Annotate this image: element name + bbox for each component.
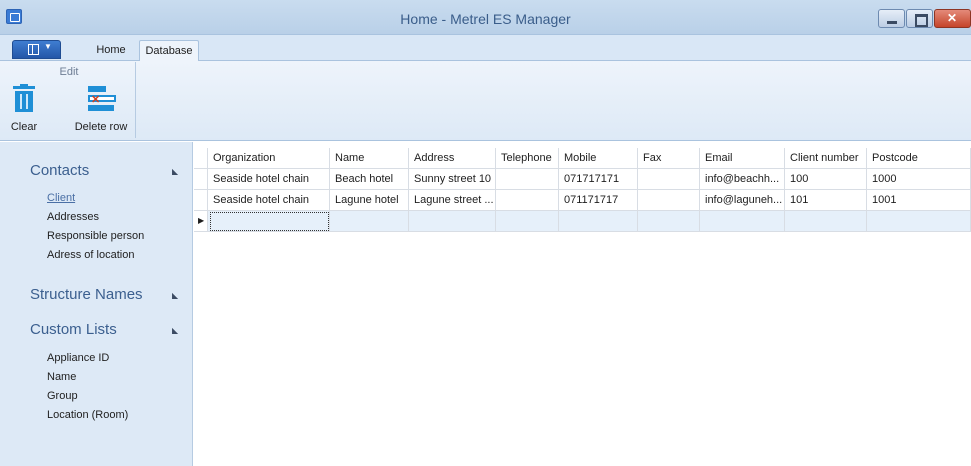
row-header[interactable] xyxy=(194,169,208,190)
tab-database[interactable]: Database xyxy=(139,40,199,62)
minimize-button[interactable] xyxy=(878,9,905,28)
sidebar-item-location-room[interactable]: Location (Room) xyxy=(47,409,128,421)
table-cell[interactable]: Lagune street ... xyxy=(409,190,496,211)
new-row-cell[interactable] xyxy=(330,211,409,232)
data-grid[interactable]: ▶ Organization Name Address Telephone Mo… xyxy=(194,142,971,466)
column-header-name[interactable]: Name xyxy=(330,148,409,169)
section-custom-lists[interactable]: Custom Lists xyxy=(30,321,117,338)
maximize-button[interactable] xyxy=(906,9,933,28)
new-row-cell[interactable] xyxy=(700,211,785,232)
table-cell[interactable]: info@beachh... xyxy=(700,169,785,190)
sidebar-item-adress-of-location[interactable]: Adress of location xyxy=(47,249,134,261)
new-row-cell[interactable] xyxy=(785,211,867,232)
row-header[interactable] xyxy=(194,148,208,169)
sidebar-item-addresses[interactable]: Addresses xyxy=(47,211,99,223)
new-row-cell[interactable] xyxy=(638,211,700,232)
close-button[interactable] xyxy=(934,9,971,28)
navigation-sidebar: Contacts ◣ Client Addresses Responsible … xyxy=(0,142,193,466)
current-row-arrow-icon: ▶ xyxy=(198,216,205,225)
delete-row-button-label: Delete row xyxy=(74,121,128,133)
table-cell[interactable]: Seaside hotel chain xyxy=(208,190,330,211)
table-cell[interactable] xyxy=(496,169,559,190)
table-cell[interactable]: info@laguneh... xyxy=(700,190,785,211)
column-header-email[interactable]: Email xyxy=(700,148,785,169)
column-header-mobile[interactable]: Mobile xyxy=(559,148,638,169)
table-cell[interactable]: 100 xyxy=(785,169,867,190)
menu-icon xyxy=(28,44,39,55)
section-structure-names[interactable]: Structure Names xyxy=(30,286,143,303)
table-cell[interactable]: Lagune hotel xyxy=(330,190,409,211)
new-row-cell[interactable] xyxy=(559,211,638,232)
clear-button[interactable]: Clear xyxy=(8,84,40,133)
column-header-postcode[interactable]: Postcode xyxy=(867,148,971,169)
column-header-organization[interactable]: Organization xyxy=(208,148,330,169)
application-menu-button[interactable]: ▼ xyxy=(12,40,61,59)
column-header-client-number[interactable]: Client number xyxy=(785,148,867,169)
table-cell[interactable]: 1001 xyxy=(867,190,971,211)
table-cell[interactable]: 101 xyxy=(785,190,867,211)
new-row-cell[interactable] xyxy=(409,211,496,232)
column-header-telephone[interactable]: Telephone xyxy=(496,148,559,169)
sidebar-item-group[interactable]: Group xyxy=(47,390,78,402)
table-cell[interactable]: Seaside hotel chain xyxy=(208,169,330,190)
sidebar-item-name[interactable]: Name xyxy=(47,371,76,383)
collapse-arrow-icon[interactable]: ◣ xyxy=(172,167,178,176)
table-cell[interactable]: 1000 xyxy=(867,169,971,190)
ribbon-group-edit: Edit Clear ✕ Delete row xyxy=(2,62,136,138)
column-header-fax[interactable]: Fax xyxy=(638,148,700,169)
chevron-down-icon: ▼ xyxy=(44,42,52,51)
column-header-address[interactable]: Address xyxy=(409,148,496,169)
tab-home[interactable]: Home xyxy=(85,40,137,61)
ribbon-tab-strip: ▼ Home Database xyxy=(0,35,971,62)
table-cell[interactable]: Sunny street 10 xyxy=(409,169,496,190)
focused-cell[interactable] xyxy=(210,212,329,231)
sidebar-item-appliance-id[interactable]: Appliance ID xyxy=(47,352,109,364)
sidebar-item-client[interactable]: Client xyxy=(47,192,75,204)
table-cell[interactable]: 071717171 xyxy=(559,169,638,190)
table-cell[interactable]: 071171717 xyxy=(559,190,638,211)
new-row-cell[interactable] xyxy=(496,211,559,232)
title-bar: Home - Metrel ES Manager xyxy=(0,0,971,35)
clear-button-label: Clear xyxy=(10,121,38,133)
table-cell[interactable] xyxy=(638,169,700,190)
delete-row-icon: ✕ xyxy=(86,84,116,114)
delete-row-button[interactable]: ✕ Delete row xyxy=(66,84,136,133)
ribbon-panel: Edit Clear ✕ Delete row xyxy=(0,61,971,141)
collapse-arrow-icon[interactable]: ◣ xyxy=(172,291,178,300)
new-row-cell[interactable] xyxy=(867,211,971,232)
row-header[interactable] xyxy=(194,190,208,211)
ribbon-group-title: Edit xyxy=(59,66,79,78)
window-title: Home - Metrel ES Manager xyxy=(400,11,571,27)
table-cell[interactable] xyxy=(496,190,559,211)
collapse-arrow-icon[interactable]: ◣ xyxy=(172,326,178,335)
sidebar-item-responsible-person[interactable]: Responsible person xyxy=(47,230,144,242)
table-cell[interactable]: Beach hotel xyxy=(330,169,409,190)
trash-icon xyxy=(12,84,36,114)
table-cell[interactable] xyxy=(638,190,700,211)
section-contacts[interactable]: Contacts xyxy=(30,162,89,179)
